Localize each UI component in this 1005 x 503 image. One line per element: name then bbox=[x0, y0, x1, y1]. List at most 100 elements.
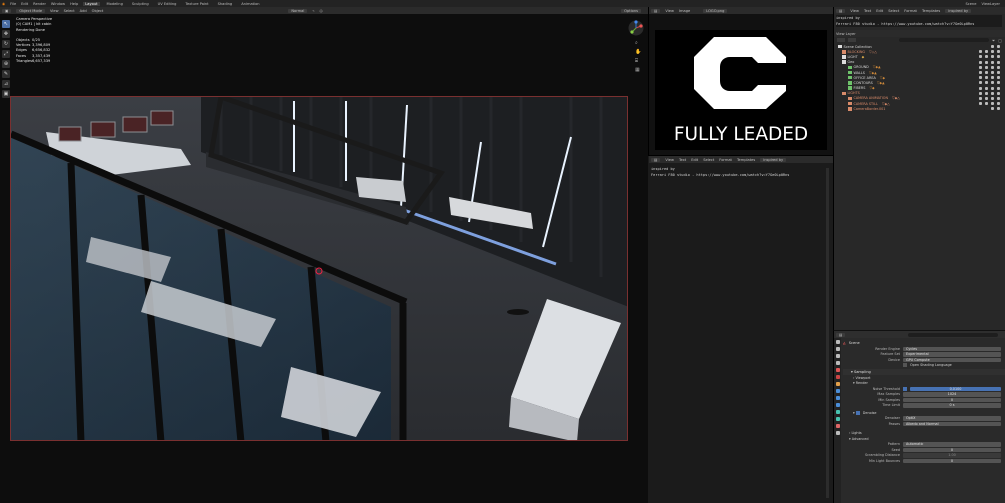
ortho-toggle-icon[interactable]: ▦ bbox=[635, 66, 643, 75]
menu-edit[interactable]: Edit bbox=[21, 2, 28, 6]
menu-text[interactable]: Text bbox=[864, 9, 871, 13]
top-text-content[interactable]: inspired by Ferrari F80 studio - https:/… bbox=[836, 15, 1002, 27]
noise-threshold-field[interactable]: 0.0100 bbox=[910, 386, 1001, 391]
menu-view[interactable]: View bbox=[665, 158, 674, 162]
menu-image[interactable]: Image bbox=[679, 9, 690, 13]
menu-templates[interactable]: Templates bbox=[737, 158, 755, 162]
tab-modeling[interactable]: Modeling bbox=[105, 2, 125, 6]
text-editor[interactable] bbox=[648, 155, 833, 503]
osl-checkbox[interactable] bbox=[903, 363, 907, 368]
annotate-tool-icon[interactable]: ✎ bbox=[2, 70, 10, 78]
device-dropdown[interactable]: GPU Compute bbox=[903, 357, 1001, 362]
menu-format[interactable]: Format bbox=[904, 9, 917, 13]
render-engine-dropdown[interactable]: Cycles bbox=[903, 346, 1001, 351]
image-selector[interactable]: LOGO.png bbox=[703, 8, 728, 13]
constraints-tab-icon[interactable] bbox=[835, 410, 840, 414]
tab-shading[interactable]: Shading bbox=[216, 2, 235, 6]
tab-animation[interactable]: Animation bbox=[239, 2, 261, 6]
add-cube-tool-icon[interactable]: ▣ bbox=[2, 90, 10, 98]
min-light-bounces-field[interactable]: 0 bbox=[903, 458, 1001, 463]
outliner-editor-type-icon[interactable] bbox=[837, 38, 845, 42]
menu-object[interactable]: Object bbox=[92, 9, 104, 13]
filter-icon[interactable]: ⏷ bbox=[992, 38, 995, 43]
tree-item-camera-border[interactable]: CameraBorder.001 bbox=[836, 106, 1004, 111]
text-file-selector[interactable]: inspired by bbox=[945, 8, 972, 13]
checkbox-icon[interactable] bbox=[848, 75, 852, 80]
world-tab-icon[interactable] bbox=[835, 375, 840, 379]
menu-select[interactable]: Select bbox=[888, 9, 899, 13]
editor-type-button[interactable]: ▤ bbox=[651, 8, 661, 13]
scale-tool-icon[interactable]: ⤢ bbox=[2, 50, 10, 58]
scene-selector[interactable]: Scene bbox=[965, 2, 976, 6]
noise-threshold-checkbox[interactable] bbox=[903, 386, 907, 391]
min-samples-field[interactable]: 0 bbox=[903, 397, 1001, 402]
checkbox-icon[interactable] bbox=[848, 86, 852, 90]
pan-icon[interactable]: ✋ bbox=[635, 48, 643, 57]
outliner-search-input[interactable] bbox=[899, 38, 990, 42]
particles-tab-icon[interactable] bbox=[835, 396, 840, 400]
texture-tab-icon[interactable] bbox=[835, 431, 840, 435]
options-dropdown[interactable]: Options bbox=[621, 8, 641, 13]
editor-type-button[interactable]: ▣ bbox=[2, 8, 12, 13]
menu-help[interactable]: Help bbox=[70, 2, 78, 6]
view-layer-selector[interactable]: ViewLayer bbox=[981, 2, 1000, 6]
checkbox-icon[interactable] bbox=[848, 65, 852, 70]
navigation-gizmo-icon[interactable] bbox=[628, 20, 644, 36]
menu-file[interactable]: File bbox=[10, 2, 16, 6]
render-tab-icon[interactable] bbox=[835, 347, 840, 351]
feature-set-dropdown[interactable]: Experimental bbox=[903, 352, 1001, 357]
move-tool-icon[interactable]: ✥ bbox=[2, 30, 10, 38]
outliner-mode-icon[interactable] bbox=[848, 38, 856, 42]
transform-tool-icon[interactable]: ⊕ bbox=[2, 60, 10, 68]
scene-tab-icon[interactable] bbox=[835, 368, 840, 372]
physics-tab-icon[interactable] bbox=[835, 403, 840, 407]
snap-icon[interactable]: ⌁ bbox=[312, 9, 314, 13]
camera-view-icon[interactable]: ⌸ bbox=[635, 57, 643, 66]
proportional-edit-icon[interactable]: ◎ bbox=[320, 9, 323, 13]
menu-render[interactable]: Render bbox=[33, 2, 46, 6]
menu-edit[interactable]: Edit bbox=[691, 158, 698, 162]
checkbox-icon[interactable] bbox=[848, 70, 852, 75]
passes-dropdown[interactable]: Albedo and Normal bbox=[903, 421, 1001, 426]
object-tab-icon[interactable] bbox=[835, 382, 840, 386]
editor-type-button[interactable]: ▤ bbox=[836, 332, 846, 337]
seed-field[interactable]: 0 bbox=[903, 447, 1001, 452]
menu-add[interactable]: Add bbox=[80, 9, 87, 13]
measure-tool-icon[interactable]: ⊿ bbox=[2, 80, 10, 88]
time-limit-field[interactable]: 0 s bbox=[903, 403, 1001, 408]
menu-window[interactable]: Window bbox=[51, 2, 65, 6]
tab-layout[interactable]: Layout bbox=[83, 1, 100, 6]
menu-edit[interactable]: Edit bbox=[876, 9, 883, 13]
new-collection-icon[interactable]: ▢ bbox=[998, 38, 1002, 43]
outliner-display-mode[interactable]: View Layer bbox=[836, 32, 856, 36]
denoise-checkbox[interactable] bbox=[855, 410, 860, 415]
output-tab-icon[interactable] bbox=[835, 354, 840, 358]
modifier-tab-icon[interactable] bbox=[835, 389, 840, 393]
denoiser-dropdown[interactable]: OptiX bbox=[903, 416, 1001, 421]
rotate-tool-icon[interactable]: ↻ bbox=[2, 40, 10, 48]
orientation-dropdown[interactable]: Normal bbox=[288, 8, 308, 13]
editor-type-button[interactable]: ▤ bbox=[651, 157, 661, 162]
menu-format[interactable]: Format bbox=[719, 158, 732, 162]
zoom-icon[interactable]: ⌕ bbox=[635, 39, 643, 48]
tab-texture-paint[interactable]: Texture Paint bbox=[183, 2, 210, 6]
checkbox-icon[interactable] bbox=[848, 81, 852, 85]
view-layer-tab-icon[interactable] bbox=[835, 361, 840, 365]
properties-search-input[interactable] bbox=[908, 332, 998, 337]
text-editor-scrollbar[interactable] bbox=[826, 168, 829, 498]
max-samples-field[interactable]: 1024 bbox=[903, 392, 1001, 397]
tab-sculpting[interactable]: Sculpting bbox=[130, 2, 151, 6]
mode-dropdown[interactable]: Object Mode bbox=[16, 8, 46, 13]
menu-view[interactable]: View bbox=[50, 9, 59, 13]
scrambling-field[interactable]: 1.00 bbox=[903, 453, 1001, 458]
material-tab-icon[interactable] bbox=[835, 424, 840, 428]
menu-select[interactable]: Select bbox=[64, 9, 75, 13]
blender-icon[interactable]: ◉ bbox=[2, 2, 5, 6]
tool-tab-icon[interactable] bbox=[835, 340, 840, 344]
menu-view[interactable]: View bbox=[850, 9, 859, 13]
menu-select[interactable]: Select bbox=[703, 158, 714, 162]
data-tab-icon[interactable] bbox=[835, 417, 840, 421]
cursor-tool-icon[interactable]: ↖ bbox=[2, 20, 10, 28]
editor-type-button[interactable]: ▤ bbox=[836, 8, 846, 13]
menu-text[interactable]: Text bbox=[679, 158, 686, 162]
